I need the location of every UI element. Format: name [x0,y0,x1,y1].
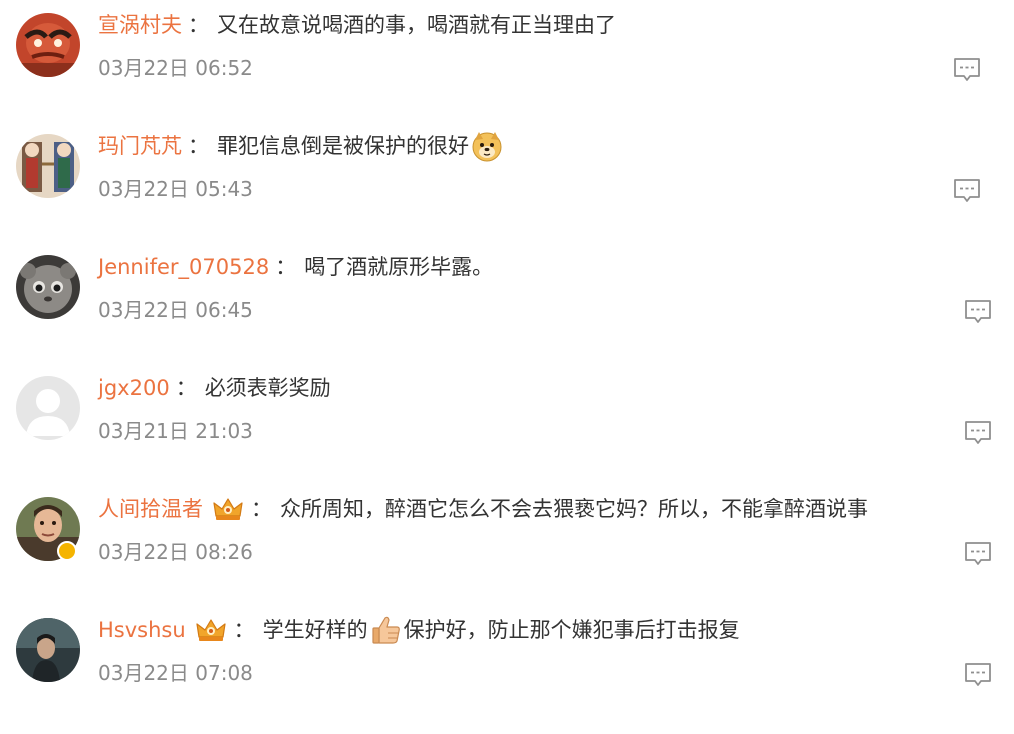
comment-item: Hsvshsu ： 学生好样的 保护好，防止那个嫌犯事后打击报复 03月22日 … [0,605,1014,725]
comment-item: Jennifer_070528 ： 喝了酒就原形毕露。 03月22日 06:45 [0,242,1014,362]
crown-badge-icon[interactable] [211,496,245,522]
comment-line: 玛门芃芃 ： 罪犯信息倒是被保护的很好 [98,131,505,162]
separator: ： [233,618,255,642]
avatar[interactable] [16,255,80,319]
comment-item: 人间拾温者 ： 众所周知，醉酒它怎么不会去猥亵它妈？所以，不能拿醉酒说事 03月… [0,484,1014,604]
comment-item: 玛门芃芃 ： 罪犯信息倒是被保护的很好 03月22日 05:43 [0,121,1014,241]
comment-list: 宣涡村夫 ： 又在故意说喝酒的事，喝酒就有正当理由了 03月22日 06:52 [0,0,1014,734]
comment-timestamp: 03月22日 08:26 [98,540,253,564]
username-link[interactable]: jgx200 [98,373,170,403]
username-link[interactable]: 宣涡村夫 [98,10,182,40]
username-link[interactable]: 玛门芃芃 [98,131,182,161]
comment-timestamp: 03月21日 21:03 [98,419,253,443]
avatar-image [16,13,80,77]
reply-icon[interactable] [953,178,981,204]
username-link[interactable]: Hsvshsu [98,615,186,645]
username-link[interactable]: 人间拾温者 [98,494,203,524]
comment-text: 罪犯信息倒是被保护的很好 [217,134,469,158]
reply-icon[interactable] [964,662,992,688]
reply-icon[interactable] [964,420,992,446]
username-link[interactable]: Jennifer_070528 [98,252,269,282]
reply-icon[interactable] [964,541,992,567]
reply-icon[interactable] [964,299,992,325]
avatar-image [16,134,80,198]
avatar[interactable] [16,13,80,77]
comment-timestamp: 03月22日 06:45 [98,298,253,322]
reply-icon[interactable] [953,57,981,83]
avatar[interactable] [16,134,80,198]
separator: ： [188,134,209,158]
comment-line: Jennifer_070528 ： 喝了酒就原形毕露。 [98,252,493,282]
avatar-image [16,618,80,682]
comment-text: 喝了酒就原形毕露。 [304,255,494,279]
separator: ： [188,13,209,37]
default-avatar-icon [16,376,80,440]
comment-timestamp: 03月22日 07:08 [98,661,253,685]
comment-text: 又在故意说喝酒的事，喝酒就有正当理由了 [217,13,616,37]
separator: ： [175,376,197,400]
doge-emoji-icon [472,132,502,162]
avatar[interactable] [16,376,80,440]
comment-timestamp: 03月22日 05:43 [98,177,253,201]
comment-text: 众所周知，醉酒它怎么不会去猥亵它妈？所以，不能拿醉酒说事 [280,497,868,521]
comment-item: 宣涡村夫 ： 又在故意说喝酒的事，喝酒就有正当理由了 03月22日 06:52 [0,0,1014,120]
verified-badge-icon [57,541,77,561]
comment-text: 必须表彰奖励 [204,376,331,400]
comment-line: Hsvshsu ： 学生好样的 保护好，防止那个嫌犯事后打击报复 [98,615,740,645]
crown-badge-icon[interactable] [194,617,228,643]
separator: ： [251,497,272,521]
avatar[interactable] [16,618,80,682]
comment-item: jgx200 ： 必须表彰奖励 03月21日 21:03 [0,363,1014,483]
separator: ： [275,255,297,279]
comment-timestamp: 03月22日 06:52 [98,56,253,80]
comment-line: jgx200 ： 必须表彰奖励 [98,373,331,403]
thumbs-up-emoji-icon [372,616,400,644]
avatar-image [16,255,80,319]
comment-line: 宣涡村夫 ： 又在故意说喝酒的事，喝酒就有正当理由了 [98,10,616,40]
comment-text-continued: 保护好，防止那个嫌犯事后打击报复 [403,618,740,642]
comment-line: 人间拾温者 ： 众所周知，醉酒它怎么不会去猥亵它妈？所以，不能拿醉酒说事 [98,494,868,524]
comment-text: 学生好样的 [262,618,368,642]
